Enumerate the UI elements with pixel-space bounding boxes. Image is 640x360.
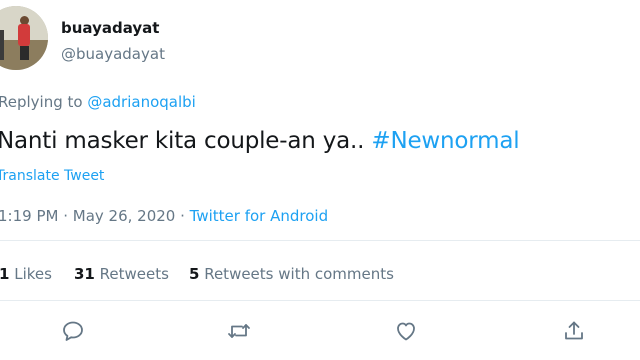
quotes-count: 5 xyxy=(189,265,200,283)
divider xyxy=(0,240,640,241)
tweet-date[interactable]: May 26, 2020 xyxy=(73,207,176,225)
quotes-label: Retweets with comments xyxy=(199,265,394,283)
display-name[interactable]: buayadayat xyxy=(61,19,159,37)
likes-stat[interactable]: 1 Likes xyxy=(0,265,52,283)
hashtag-link[interactable]: #Newnormal xyxy=(371,128,519,154)
divider xyxy=(0,300,640,301)
tweet-meta: 1:19 PM · May 26, 2020 · Twitter for And… xyxy=(0,207,328,225)
reply-icon xyxy=(63,321,83,341)
likes-label: Likes xyxy=(9,265,52,283)
translate-tweet-link[interactable]: Translate Tweet xyxy=(0,168,104,184)
meta-separator: · xyxy=(58,207,73,225)
tweet-body: Nanti masker kita couple-an ya.. xyxy=(0,128,372,154)
tweet-detail: buayadayat @buayadayat Replying to @adri… xyxy=(0,0,640,360)
retweet-button[interactable] xyxy=(226,318,252,344)
share-button[interactable] xyxy=(561,318,587,344)
like-button[interactable] xyxy=(393,318,419,344)
user-handle[interactable]: @buayadayat xyxy=(61,45,165,63)
retweets-count: 31 xyxy=(74,265,95,283)
tweet-actions xyxy=(0,318,640,348)
meta-separator: · xyxy=(175,207,190,225)
retweets-label: Retweets xyxy=(94,265,169,283)
tweet-time[interactable]: 1:19 PM xyxy=(0,207,58,225)
like-icon xyxy=(397,322,415,341)
avatar[interactable] xyxy=(0,6,48,70)
retweets-stat[interactable]: 31 Retweets xyxy=(74,265,169,283)
reply-button[interactable] xyxy=(60,318,86,344)
retweet-icon xyxy=(228,324,250,338)
replying-to: Replying to @adrianoqalbi xyxy=(0,93,196,111)
tweet-source-link[interactable]: Twitter for Android xyxy=(190,207,328,225)
replying-to-label: Replying to xyxy=(0,93,88,111)
quote-tweets-stat[interactable]: 5 Retweets with comments xyxy=(189,265,394,283)
tweet-text: Nanti masker kita couple-an ya.. #Newnor… xyxy=(0,128,520,154)
share-icon xyxy=(565,321,583,340)
reply-mention-link[interactable]: @adrianoqalbi xyxy=(87,93,196,111)
